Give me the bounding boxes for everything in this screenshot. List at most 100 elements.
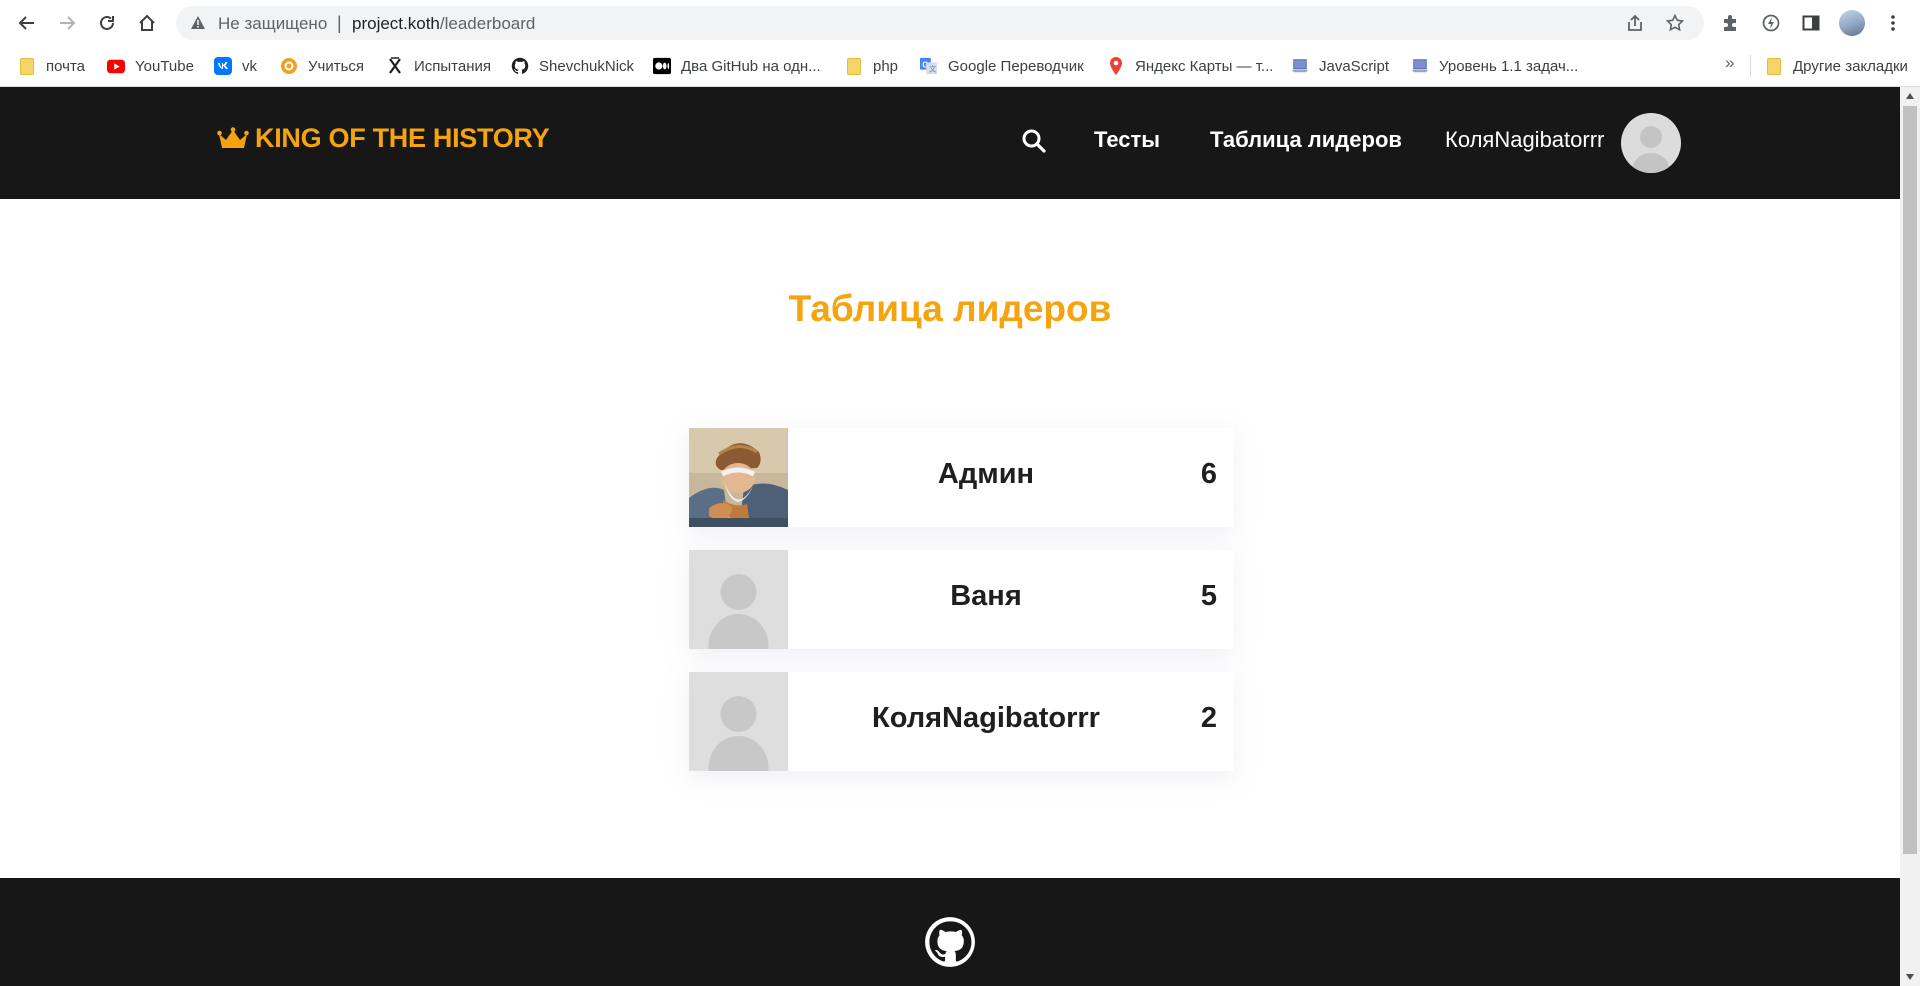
bookmark-label: Испытания [414, 57, 492, 75]
default-avatar-icon [708, 574, 769, 649]
bookmark-learn[interactable]: Учиться [280, 54, 364, 78]
google-translate-icon: G文 [920, 57, 938, 75]
address-bar[interactable]: Не защищено | project.koth/leaderboard [176, 6, 1704, 40]
bookmark-star-button[interactable] [1664, 12, 1686, 34]
side-panel-button[interactable] [1798, 10, 1824, 36]
share-icon [1628, 14, 1642, 31]
share-button[interactable] [1624, 12, 1646, 34]
site-logo[interactable]: KING OF THE HISTORY [217, 123, 550, 154]
bookmark-label: Google Переводчик [948, 57, 1084, 75]
reload-button[interactable] [93, 9, 121, 37]
medium-icon [653, 57, 671, 75]
github-link[interactable] [924, 916, 976, 973]
side-panel-icon [1802, 15, 1820, 31]
site-footer [0, 878, 1900, 986]
logo-text: KING OF THE HISTORY [255, 123, 550, 153]
bookmark-vk[interactable]: vk [214, 54, 257, 78]
search-icon [1022, 129, 1046, 153]
triangle-up-icon [1906, 93, 1914, 99]
scroll-up-button[interactable] [1900, 87, 1920, 105]
bookmark-pochta[interactable]: почта [18, 54, 85, 78]
triangle-down-icon [1906, 974, 1914, 980]
leader-score: 6 [1200, 458, 1218, 490]
leaderboard-row[interactable]: КоляNagibatorrr 2 [689, 672, 1234, 771]
page-scrollbar[interactable] [1900, 87, 1920, 986]
bookmark-label: YouTube [135, 57, 194, 75]
nav-leaderboard[interactable]: Таблица лидеров [1210, 127, 1402, 153]
bookmark-label: Яндекс Карты — т... [1135, 57, 1274, 75]
youtube-icon [107, 57, 125, 75]
github-icon [511, 57, 529, 75]
bookmark-level-1-1[interactable]: Уровень 1.1 задач... [1411, 54, 1578, 78]
github-icon [925, 917, 975, 967]
laptop-icon [1291, 57, 1309, 75]
browser-menu-button[interactable] [1880, 10, 1906, 36]
bookmark-trials[interactable]: Испытания [386, 54, 491, 78]
bookmark-two-github[interactable]: Два GitHub на одн... [653, 54, 821, 78]
header-avatar[interactable] [1621, 113, 1681, 173]
learn-icon [280, 57, 298, 75]
bookmark-shevchuknick[interactable]: ShevchukNick [511, 54, 634, 78]
folder-icon [18, 57, 36, 75]
leader-score: 2 [1200, 702, 1218, 734]
trials-icon [386, 57, 404, 75]
bookmarks-bar: почта YouTube vk Учиться Испытания Shevc… [0, 46, 1920, 87]
bookmark-other[interactable]: Другие закладки [1765, 54, 1908, 78]
forward-button[interactable] [53, 9, 81, 37]
svg-text:文: 文 [929, 64, 936, 73]
kebab-menu-icon [1891, 15, 1895, 31]
laptop-icon [1411, 57, 1429, 75]
user-avatar-default [689, 550, 788, 649]
bookmark-javascript[interactable]: JavaScript [1291, 54, 1389, 78]
back-button[interactable] [13, 9, 41, 37]
profile-avatar[interactable] [1839, 10, 1865, 36]
arrow-left-icon [18, 16, 34, 30]
home-button[interactable] [133, 9, 161, 37]
bookmarks-divider [1750, 55, 1751, 77]
nav-tests[interactable]: Тесты [1094, 127, 1160, 153]
crown-icon [217, 126, 249, 148]
bookmark-yandex-maps[interactable]: Яндекс Карты — т... [1107, 54, 1273, 78]
warning-icon [190, 15, 206, 35]
leader-name: Ваня [950, 580, 1022, 612]
bookmark-label: Учиться [308, 57, 365, 75]
puzzle-icon [1724, 15, 1736, 31]
page-title: Таблица лидеров [788, 288, 1112, 329]
bookmark-label: vk [242, 57, 257, 75]
map-pin-icon [1107, 57, 1125, 75]
leader-score: 5 [1200, 580, 1218, 612]
speed-icon [1762, 14, 1780, 32]
url-text[interactable]: project.koth/leaderboard [352, 14, 535, 34]
url-separator: | [337, 13, 342, 33]
vk-icon [214, 57, 232, 75]
browser-toolbar: Не защищено | project.koth/leaderboard [0, 0, 1920, 46]
default-avatar-icon [708, 696, 769, 771]
bookmark-label: почта [46, 57, 85, 75]
folder-icon [845, 57, 863, 75]
performance-button[interactable] [1758, 10, 1784, 36]
bookmark-youtube[interactable]: YouTube [107, 54, 194, 78]
bookmark-google-translate[interactable]: G文 Google Переводчик [920, 54, 1084, 78]
bookmarks-overflow-button[interactable]: » [1725, 53, 1734, 73]
security-label[interactable]: Не защищено [218, 14, 327, 34]
bookmark-label: JavaScript [1319, 57, 1390, 75]
leaderboard-row[interactable]: Админ 6 [689, 428, 1234, 527]
scroll-down-button[interactable] [1900, 968, 1920, 986]
url-host: project.koth [352, 14, 440, 33]
bookmark-label: Уровень 1.1 задач... [1439, 57, 1579, 75]
header-username[interactable]: КоляNagibatorrr [1445, 127, 1604, 153]
bookmark-label: php [873, 57, 899, 75]
bookmark-label: Два GitHub на одн... [681, 57, 821, 75]
star-icon [1666, 14, 1684, 32]
extensions-button[interactable] [1718, 10, 1744, 36]
leader-name: КоляNagibatorrr [872, 702, 1100, 734]
search-button[interactable] [1021, 128, 1047, 159]
url-path: /leaderboard [439, 14, 536, 33]
bookmark-php[interactable]: php [845, 54, 898, 78]
bookmark-label: ShevchukNick [539, 57, 635, 75]
bookmark-label: Другие закладки [1793, 57, 1908, 75]
leaderboard-row[interactable]: Ваня 5 [689, 550, 1234, 649]
user-avatar-default [689, 672, 788, 771]
scrollbar-thumb[interactable] [1903, 106, 1917, 854]
default-avatar-icon [1633, 126, 1669, 173]
